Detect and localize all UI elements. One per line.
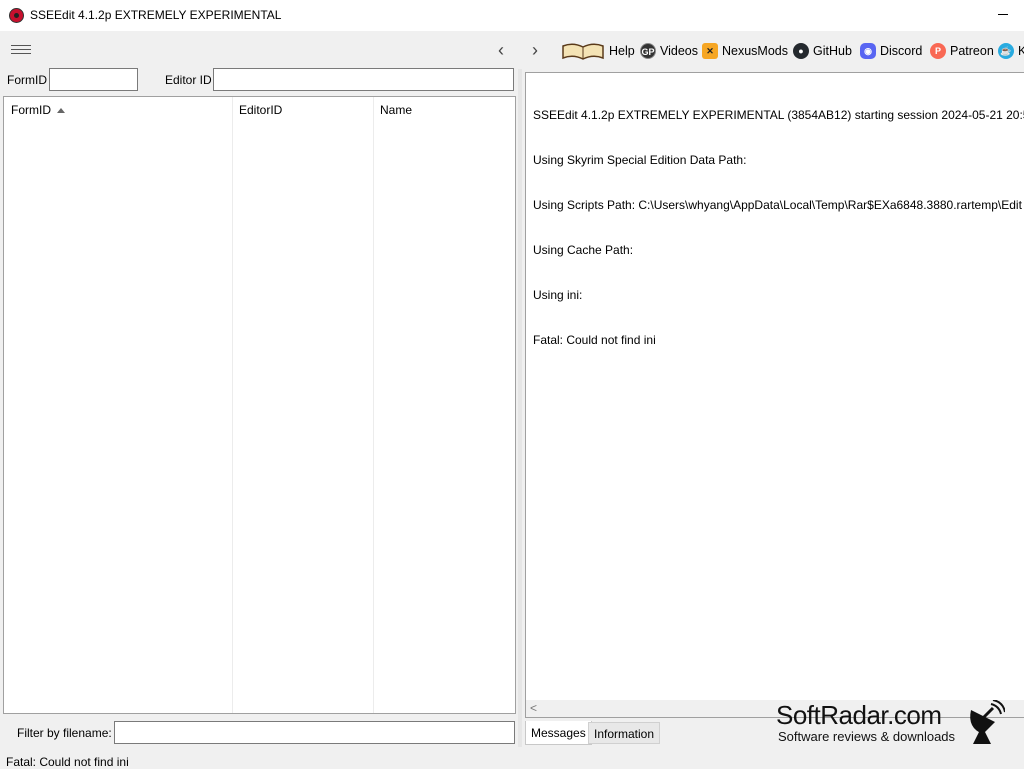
message-line: SSEEdit 4.1.2p EXTREMELY EXPERIMENTAL (3…	[533, 108, 1024, 122]
message-line: Using Scripts Path: C:\Users\whyang\AppD…	[533, 198, 1024, 212]
kofi-link[interactable]: ☕ K	[998, 43, 1024, 59]
kofi-label: K	[1018, 44, 1024, 58]
editorid-label: Editor ID	[165, 73, 212, 87]
nexusmods-link[interactable]: ✕ NexusMods	[702, 43, 788, 59]
column-header-formid[interactable]: FormID	[4, 97, 232, 123]
sort-ascending-icon	[57, 108, 65, 114]
pane-splitter[interactable]	[518, 69, 522, 747]
help-link[interactable]: Help	[561, 43, 635, 60]
patreon-label: Patreon	[950, 44, 994, 58]
hamburger-menu-icon[interactable]	[11, 45, 31, 57]
help-label: Help	[609, 44, 635, 58]
horizontal-scrollbar[interactable]: <	[526, 700, 1024, 717]
column-header-formid-label: FormID	[11, 103, 51, 117]
window-title: SSEEdit 4.1.2p EXTREMELY EXPERIMENTAL	[30, 8, 282, 22]
column-header-editorid[interactable]: EditorID	[232, 97, 373, 123]
satellite-dish-icon	[970, 700, 1005, 744]
videos-link[interactable]: GP Videos	[640, 43, 698, 59]
github-label: GitHub	[813, 44, 852, 58]
github-link[interactable]: ● GitHub	[793, 43, 852, 59]
messages-pane[interactable]: SSEEdit 4.1.2p EXTREMELY EXPERIMENTAL (3…	[525, 72, 1024, 718]
discord-icon: ◉	[860, 43, 876, 59]
github-icon: ●	[793, 43, 809, 59]
column-divider	[232, 97, 233, 713]
formid-label: FormID	[7, 73, 47, 87]
status-bar: Fatal: Could not find ini	[0, 752, 1024, 769]
title-bar: SSEEdit 4.1.2p EXTREMELY EXPERIMENTAL	[0, 0, 1024, 31]
kofi-icon: ☕	[998, 43, 1014, 59]
records-grid[interactable]: FormID EditorID Name	[3, 96, 516, 714]
toolbar: ‹ › Help GP Videos ✕ NexusMods ● GitHub …	[0, 31, 1024, 69]
filename-filter-input[interactable]	[114, 721, 515, 744]
patreon-icon: P	[930, 43, 946, 59]
messages-log: SSEEdit 4.1.2p EXTREMELY EXPERIMENTAL (3…	[533, 78, 1024, 378]
nexusmods-icon: ✕	[702, 43, 718, 59]
forward-button[interactable]: ›	[527, 41, 543, 59]
minimize-button[interactable]	[996, 7, 1010, 21]
watermark-subtitle: Software reviews & downloads	[778, 729, 956, 744]
formid-input[interactable]	[49, 68, 138, 91]
scroll-left-icon[interactable]: <	[530, 700, 537, 717]
status-text: Fatal: Could not find ini	[6, 755, 129, 769]
gp-icon: GP	[640, 43, 656, 59]
tab-messages[interactable]: Messages	[525, 721, 592, 745]
message-line: Fatal: Could not find ini	[533, 333, 656, 347]
column-header-name[interactable]: Name	[373, 97, 513, 123]
discord-link[interactable]: ◉ Discord	[860, 43, 922, 59]
videos-label: Videos	[660, 44, 698, 58]
nexusmods-label: NexusMods	[722, 44, 788, 58]
tab-information[interactable]: Information	[588, 722, 661, 744]
app-icon	[9, 8, 24, 23]
filename-filter-label: Filter by filename:	[17, 726, 112, 740]
message-line: Using Cache Path:	[533, 243, 634, 257]
editorid-input[interactable]	[213, 68, 514, 91]
message-line: Using ini:	[533, 288, 583, 302]
patreon-link[interactable]: P Patreon	[930, 43, 994, 59]
book-icon	[562, 43, 604, 60]
back-button[interactable]: ‹	[493, 41, 509, 59]
column-divider	[373, 97, 374, 713]
discord-label: Discord	[880, 44, 923, 58]
message-line: Using Skyrim Special Edition Data Path:	[533, 153, 747, 167]
watermark-title: SoftRadar.com	[776, 700, 942, 730]
